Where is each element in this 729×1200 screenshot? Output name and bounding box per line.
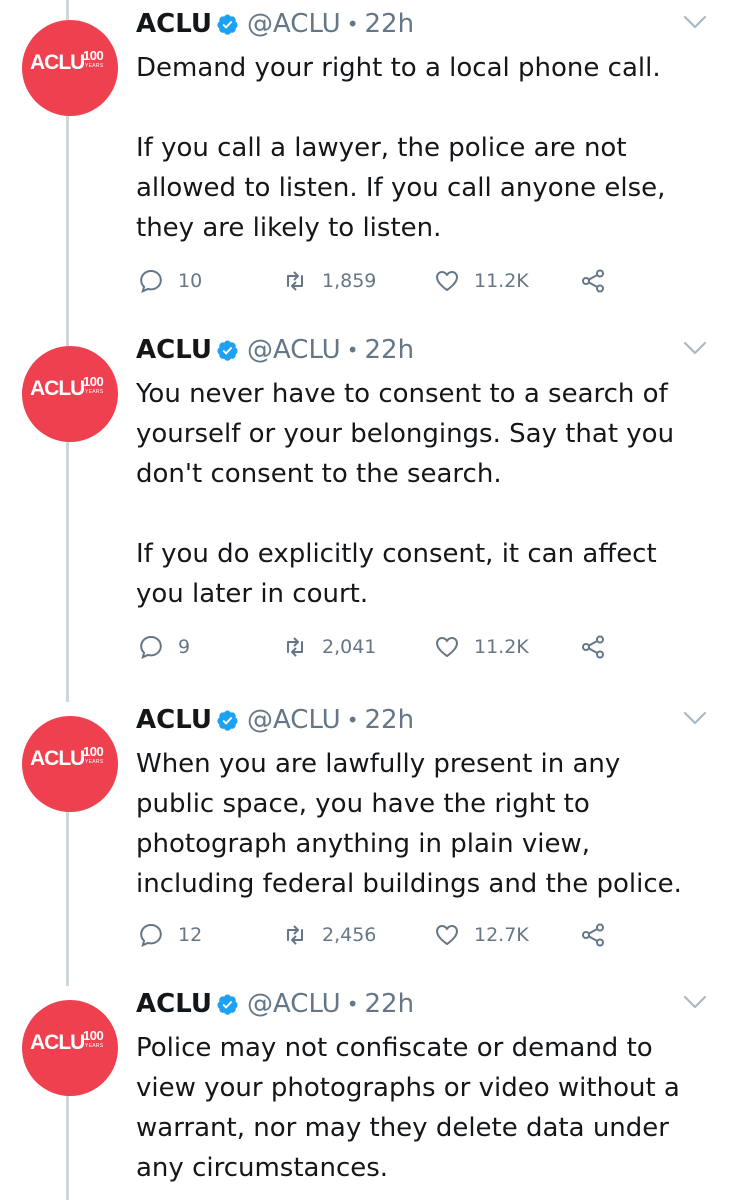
tweet-thread: ACLU 100 YEARS ACLU @ACLU • 22h Demand y… bbox=[0, 0, 729, 1200]
retweet-icon bbox=[287, 271, 303, 291]
tweet-paragraph: Demand your right to a local phone call. bbox=[136, 53, 661, 83]
tweet-header: ACLU @ACLU • 22h bbox=[136, 698, 414, 742]
retweet-button[interactable]: 1,859 bbox=[282, 266, 376, 296]
separator-dot: • bbox=[346, 708, 359, 732]
share-icon bbox=[582, 923, 604, 947]
tweet-text: You never have to consent to a search of… bbox=[136, 374, 706, 614]
avatar-logo-text: ACLU bbox=[30, 51, 85, 74]
reply-button[interactable]: 10 bbox=[138, 266, 202, 296]
tweet-actions: 9 2,041 11.2K bbox=[138, 632, 618, 662]
chevron-down-icon[interactable] bbox=[683, 14, 707, 30]
tweet[interactable]: ACLU 100 YEARS ACLU @ACLU • 22h When you… bbox=[0, 696, 729, 980]
like-button[interactable]: 11.2K bbox=[434, 632, 529, 662]
avatar-logo-sub: YEARS bbox=[85, 63, 104, 69]
reply-button[interactable]: 9 bbox=[138, 632, 190, 662]
share-button[interactable] bbox=[580, 920, 606, 950]
avatar[interactable]: ACLU 100 YEARS bbox=[22, 1000, 118, 1096]
reply-icon bbox=[140, 269, 162, 293]
avatar-logo-text: ACLU bbox=[30, 1031, 85, 1054]
tweet-paragraph: If you call a lawyer, the police are not… bbox=[136, 133, 666, 243]
avatar-logo-number: 100 bbox=[83, 1028, 104, 1043]
retweet-count: 1,859 bbox=[322, 270, 377, 292]
timestamp[interactable]: 22h bbox=[364, 705, 414, 735]
avatar[interactable]: ACLU 100 YEARS bbox=[22, 20, 118, 116]
author-handle[interactable]: @ACLU bbox=[247, 989, 341, 1019]
share-button[interactable] bbox=[580, 632, 606, 662]
retweet-count: 2,041 bbox=[322, 636, 377, 658]
tweet-header: ACLU @ACLU • 22h bbox=[136, 2, 414, 46]
retweet-icon bbox=[287, 925, 303, 945]
tweet-paragraph: You never have to consent to a search of… bbox=[136, 379, 675, 489]
tweet-text: Police may not confiscate or demand to v… bbox=[136, 1028, 706, 1188]
avatar-logo-text: ACLU bbox=[30, 377, 85, 400]
tweet-text: When you are lawfully present in any pub… bbox=[136, 744, 706, 904]
tweet[interactable]: ACLU 100 YEARS ACLU @ACLU • 22h You neve… bbox=[0, 326, 729, 696]
separator-dot: • bbox=[346, 992, 359, 1016]
author-handle[interactable]: @ACLU bbox=[247, 335, 341, 365]
share-icon bbox=[582, 269, 604, 293]
avatar[interactable]: ACLU 100 YEARS bbox=[22, 346, 118, 442]
timestamp[interactable]: 22h bbox=[364, 9, 414, 39]
reply-count: 9 bbox=[178, 636, 191, 658]
tweet-actions: 12 2,456 12.7K bbox=[138, 920, 618, 950]
avatar-logo-sub: YEARS bbox=[85, 1043, 104, 1049]
tweet-paragraph: Police may not confiscate or demand to v… bbox=[136, 1033, 680, 1183]
separator-dot: • bbox=[346, 12, 359, 36]
share-button[interactable] bbox=[580, 266, 606, 296]
share-icon bbox=[582, 635, 604, 659]
verified-badge-icon bbox=[217, 339, 238, 361]
avatar[interactable]: ACLU 100 YEARS bbox=[22, 716, 118, 812]
retweet-count: 2,456 bbox=[322, 924, 377, 946]
like-button[interactable]: 11.2K bbox=[434, 266, 529, 296]
author-name[interactable]: ACLU bbox=[136, 9, 212, 39]
author-name[interactable]: ACLU bbox=[136, 335, 212, 365]
reply-icon bbox=[140, 635, 162, 659]
heart-icon bbox=[436, 925, 458, 945]
chevron-down-icon[interactable] bbox=[683, 710, 707, 726]
heart-icon bbox=[436, 271, 458, 291]
chevron-down-icon[interactable] bbox=[683, 340, 707, 356]
avatar-logo-number: 100 bbox=[83, 744, 104, 759]
like-button[interactable]: 12.7K bbox=[434, 920, 529, 950]
tweet-header: ACLU @ACLU • 22h bbox=[136, 328, 414, 372]
retweet-button[interactable]: 2,456 bbox=[282, 920, 376, 950]
tweet[interactable]: ACLU 100 YEARS ACLU @ACLU • 22h Demand y… bbox=[0, 0, 729, 326]
tweet-text: Demand your right to a local phone call.… bbox=[136, 48, 706, 248]
like-count: 11.2K bbox=[474, 636, 529, 658]
heart-icon bbox=[436, 637, 458, 657]
reply-count: 10 bbox=[178, 270, 203, 292]
author-name[interactable]: ACLU bbox=[136, 989, 212, 1019]
avatar-logo-number: 100 bbox=[83, 48, 104, 63]
tweet-paragraph: If you do explicitly consent, it can aff… bbox=[136, 539, 657, 609]
verified-badge-icon bbox=[217, 993, 238, 1015]
avatar-logo-sub: YEARS bbox=[85, 759, 104, 765]
verified-badge-icon bbox=[217, 13, 238, 35]
avatar-logo-sub: YEARS bbox=[85, 389, 104, 395]
reply-icon bbox=[140, 923, 162, 947]
tweet[interactable]: ACLU 100 YEARS ACLU @ACLU • 22h Police m… bbox=[0, 980, 729, 1200]
author-name[interactable]: ACLU bbox=[136, 705, 212, 735]
avatar-logo-text: ACLU bbox=[30, 747, 85, 770]
like-count: 11.2K bbox=[474, 270, 529, 292]
chevron-down-icon[interactable] bbox=[683, 994, 707, 1010]
timestamp[interactable]: 22h bbox=[364, 335, 414, 365]
separator-dot: • bbox=[346, 338, 359, 362]
tweet-actions: 10 1,859 11.2K bbox=[138, 266, 618, 296]
like-count: 12.7K bbox=[474, 924, 529, 946]
reply-button[interactable]: 12 bbox=[138, 920, 202, 950]
tweet-header: ACLU @ACLU • 22h bbox=[136, 982, 414, 1026]
retweet-icon bbox=[287, 637, 303, 657]
retweet-button[interactable]: 2,041 bbox=[282, 632, 376, 662]
tweet-paragraph: When you are lawfully present in any pub… bbox=[136, 749, 682, 899]
avatar-logo-number: 100 bbox=[83, 374, 104, 389]
timestamp[interactable]: 22h bbox=[364, 989, 414, 1019]
author-handle[interactable]: @ACLU bbox=[247, 9, 341, 39]
verified-badge-icon bbox=[217, 709, 238, 731]
reply-count: 12 bbox=[178, 924, 203, 946]
author-handle[interactable]: @ACLU bbox=[247, 705, 341, 735]
